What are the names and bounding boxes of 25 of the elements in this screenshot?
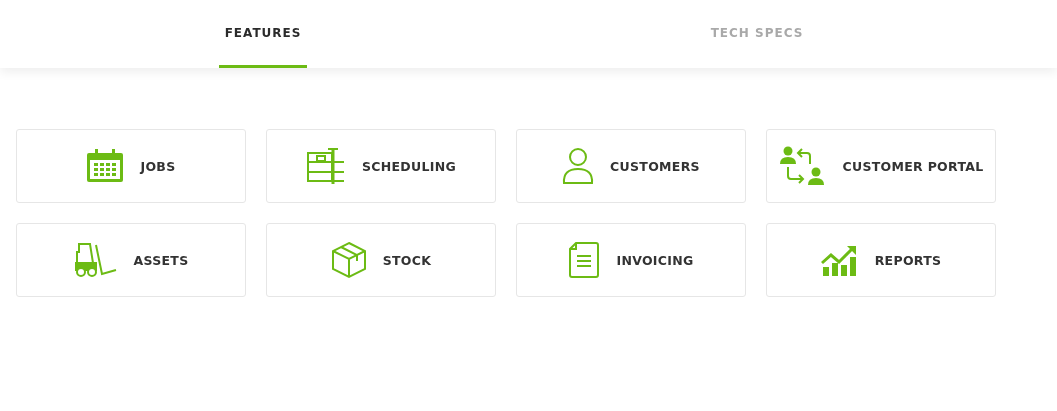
feature-label: INVOICING bbox=[616, 252, 694, 268]
feature-card[interactable]: STOCK bbox=[266, 223, 496, 297]
feature-card[interactable]: INVOICING bbox=[516, 223, 746, 297]
feature-card[interactable]: CUSTOMERS bbox=[516, 129, 746, 203]
feature-label: SCHEDULING bbox=[361, 158, 456, 174]
feature-label: REPORTS bbox=[874, 252, 942, 268]
feature-label: STOCK bbox=[382, 252, 432, 268]
growth-chart-icon bbox=[820, 243, 859, 277]
feature-card[interactable]: SCHEDULING bbox=[266, 129, 496, 203]
feature-label: CUSTOMER PORTAL bbox=[842, 158, 984, 174]
feature-label: JOBS bbox=[140, 158, 176, 174]
box-icon bbox=[330, 241, 367, 279]
forklift-icon bbox=[73, 241, 118, 279]
document-icon bbox=[568, 241, 601, 279]
feature-card[interactable]: ASSETS bbox=[16, 223, 246, 297]
feature-label: ASSETS bbox=[133, 252, 189, 268]
calendar-icon bbox=[86, 149, 125, 183]
person-icon bbox=[562, 147, 595, 185]
feature-card[interactable]: JOBS bbox=[16, 129, 246, 203]
feature-label: CUSTOMERS bbox=[610, 158, 700, 174]
feature-card[interactable]: CUSTOMER PORTAL bbox=[766, 129, 996, 203]
schedule-board-icon bbox=[305, 147, 346, 185]
tab[interactable]: FEATURES bbox=[219, 0, 307, 68]
feature-card[interactable]: REPORTS bbox=[766, 223, 996, 297]
people-exchange-icon bbox=[778, 146, 827, 186]
